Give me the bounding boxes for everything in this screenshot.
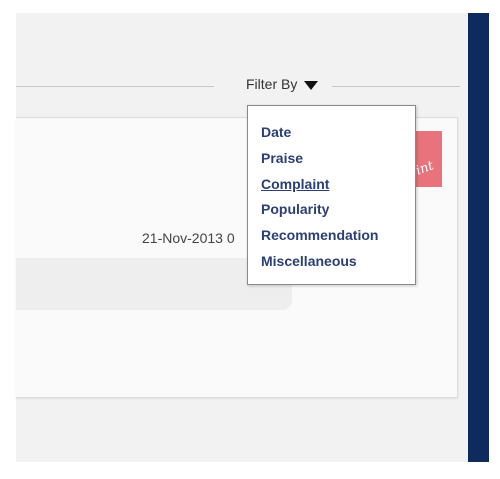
filter-by-toggle[interactable]: Filter By [246, 76, 319, 92]
complaint-stamp: int [414, 131, 442, 187]
divider-left [16, 86, 214, 87]
post-timestamp: 21-Nov-2013 0 [142, 230, 235, 246]
stamp-text: int [414, 158, 436, 179]
filter-option-recommendation[interactable]: Recommendation [248, 225, 415, 251]
divider-right [332, 86, 460, 87]
filter-option-complaint[interactable]: Complaint [248, 174, 415, 200]
caret-down-icon[interactable] [304, 80, 319, 90]
filter-option-miscellaneous[interactable]: Miscellaneous [248, 251, 415, 277]
filter-option-popularity[interactable]: Popularity [248, 199, 415, 225]
filter-by-label: Filter By [246, 76, 298, 92]
filter-option-date[interactable]: Date [248, 122, 415, 148]
filter-option-praise[interactable]: Praise [248, 148, 415, 174]
filter-dropdown-menu: Date Praise Complaint Popularity Recomme… [247, 105, 416, 285]
side-rail [468, 13, 489, 462]
